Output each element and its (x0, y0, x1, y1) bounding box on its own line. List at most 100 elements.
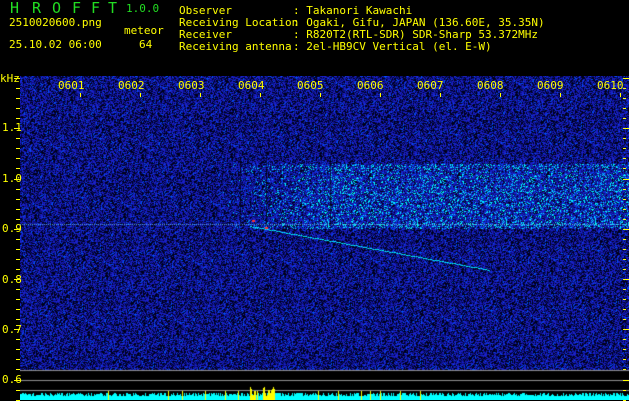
tick-mark (623, 390, 626, 391)
tick-mark (623, 209, 626, 210)
freq-label: 0.7 (2, 323, 22, 336)
tick-mark (623, 88, 626, 89)
tick-mark (623, 98, 626, 99)
tick-mark (623, 78, 629, 79)
time-label: 0606 (357, 79, 384, 92)
tick-mark (623, 168, 626, 169)
logo-letter: H (10, 0, 20, 17)
app-version: 1.0.0 (126, 2, 160, 15)
tick-mark (623, 339, 626, 340)
logo-letter: F (91, 0, 101, 17)
tick-mark (623, 128, 629, 129)
tick-mark (623, 138, 626, 139)
tick-mark (320, 93, 321, 97)
tick-mark (16, 390, 20, 391)
tick-mark (623, 108, 626, 109)
tick-mark (16, 259, 20, 260)
tick-mark (16, 88, 20, 89)
tick-mark (623, 359, 626, 360)
tick-mark (14, 380, 20, 381)
tick-mark (16, 108, 20, 109)
tick-mark (623, 158, 626, 159)
tick-mark (623, 249, 626, 250)
tick-mark (14, 229, 20, 230)
meteor-label: meteor (124, 24, 164, 37)
tick-mark (623, 299, 626, 300)
tick-mark (16, 199, 20, 200)
tick-mark (623, 239, 626, 240)
time-label: 0601 (58, 79, 85, 92)
logo-letter: T (108, 0, 118, 17)
time-label: 0609 (537, 79, 564, 92)
file-name: 2510020600.png (9, 16, 102, 29)
tick-mark (14, 279, 20, 280)
time-label: 0604 (238, 79, 265, 92)
tick-mark (16, 369, 20, 370)
freq-unit-label: kHz (0, 72, 20, 85)
tick-mark (623, 189, 626, 190)
time-label: 0605 (297, 79, 324, 92)
tick-mark (16, 339, 20, 340)
tick-mark (16, 269, 20, 270)
tick-mark (623, 148, 626, 149)
info-label: Receiving antenna (179, 40, 292, 53)
time-label: 0607 (417, 79, 444, 92)
tick-mark (623, 229, 629, 230)
tick-mark (623, 269, 626, 270)
tick-mark (623, 118, 626, 119)
logo-letter: O (52, 0, 62, 17)
tick-mark (16, 359, 20, 360)
tick-mark (623, 309, 626, 310)
tick-mark (623, 319, 626, 320)
tick-mark (560, 93, 561, 97)
spectrogram (20, 76, 629, 400)
meteor-count: 64 (139, 38, 153, 51)
tick-mark (16, 118, 20, 119)
tick-mark (260, 93, 261, 97)
tick-mark (16, 289, 20, 290)
tick-mark (16, 158, 20, 159)
time-label: 0603 (178, 79, 205, 92)
tick-mark (16, 319, 20, 320)
tick-mark (16, 249, 20, 250)
tick-mark (16, 189, 20, 190)
tick-mark (16, 98, 20, 99)
time-label: 0602 (118, 79, 145, 92)
tick-mark (16, 148, 20, 149)
file-datetime: 25.10.02 06:00 (9, 38, 102, 51)
tick-mark (623, 380, 629, 381)
tick-mark (623, 349, 626, 350)
tick-mark (14, 78, 20, 79)
tick-mark (623, 179, 629, 180)
tick-mark (623, 259, 626, 260)
tick-mark (16, 168, 20, 169)
tick-mark (623, 279, 629, 280)
tick-mark (623, 289, 626, 290)
tick-mark (623, 219, 626, 220)
tick-mark (623, 199, 626, 200)
tick-mark (14, 329, 20, 330)
tick-mark (16, 239, 20, 240)
tick-mark (440, 93, 441, 97)
tick-mark (16, 209, 20, 210)
tick-mark (80, 93, 81, 97)
tick-mark (500, 93, 501, 97)
tick-mark (620, 93, 621, 97)
tick-mark (16, 219, 20, 220)
tick-mark (200, 93, 201, 97)
freq-label: 0.8 (2, 273, 22, 286)
tick-mark (14, 128, 20, 129)
logo-letter: R (32, 0, 42, 17)
tick-mark (623, 329, 629, 330)
tick-mark (140, 93, 141, 97)
tick-mark (16, 138, 20, 139)
time-label: 0608 (477, 79, 504, 92)
tick-mark (623, 369, 626, 370)
tick-mark (14, 179, 20, 180)
tick-mark (16, 309, 20, 310)
time-label: 0610 (597, 79, 624, 92)
logo-letter: F (72, 0, 82, 17)
tick-mark (16, 299, 20, 300)
tick-mark (380, 93, 381, 97)
info-value: : 2el-HB9CV Vertical (el. E-W) (293, 40, 492, 53)
